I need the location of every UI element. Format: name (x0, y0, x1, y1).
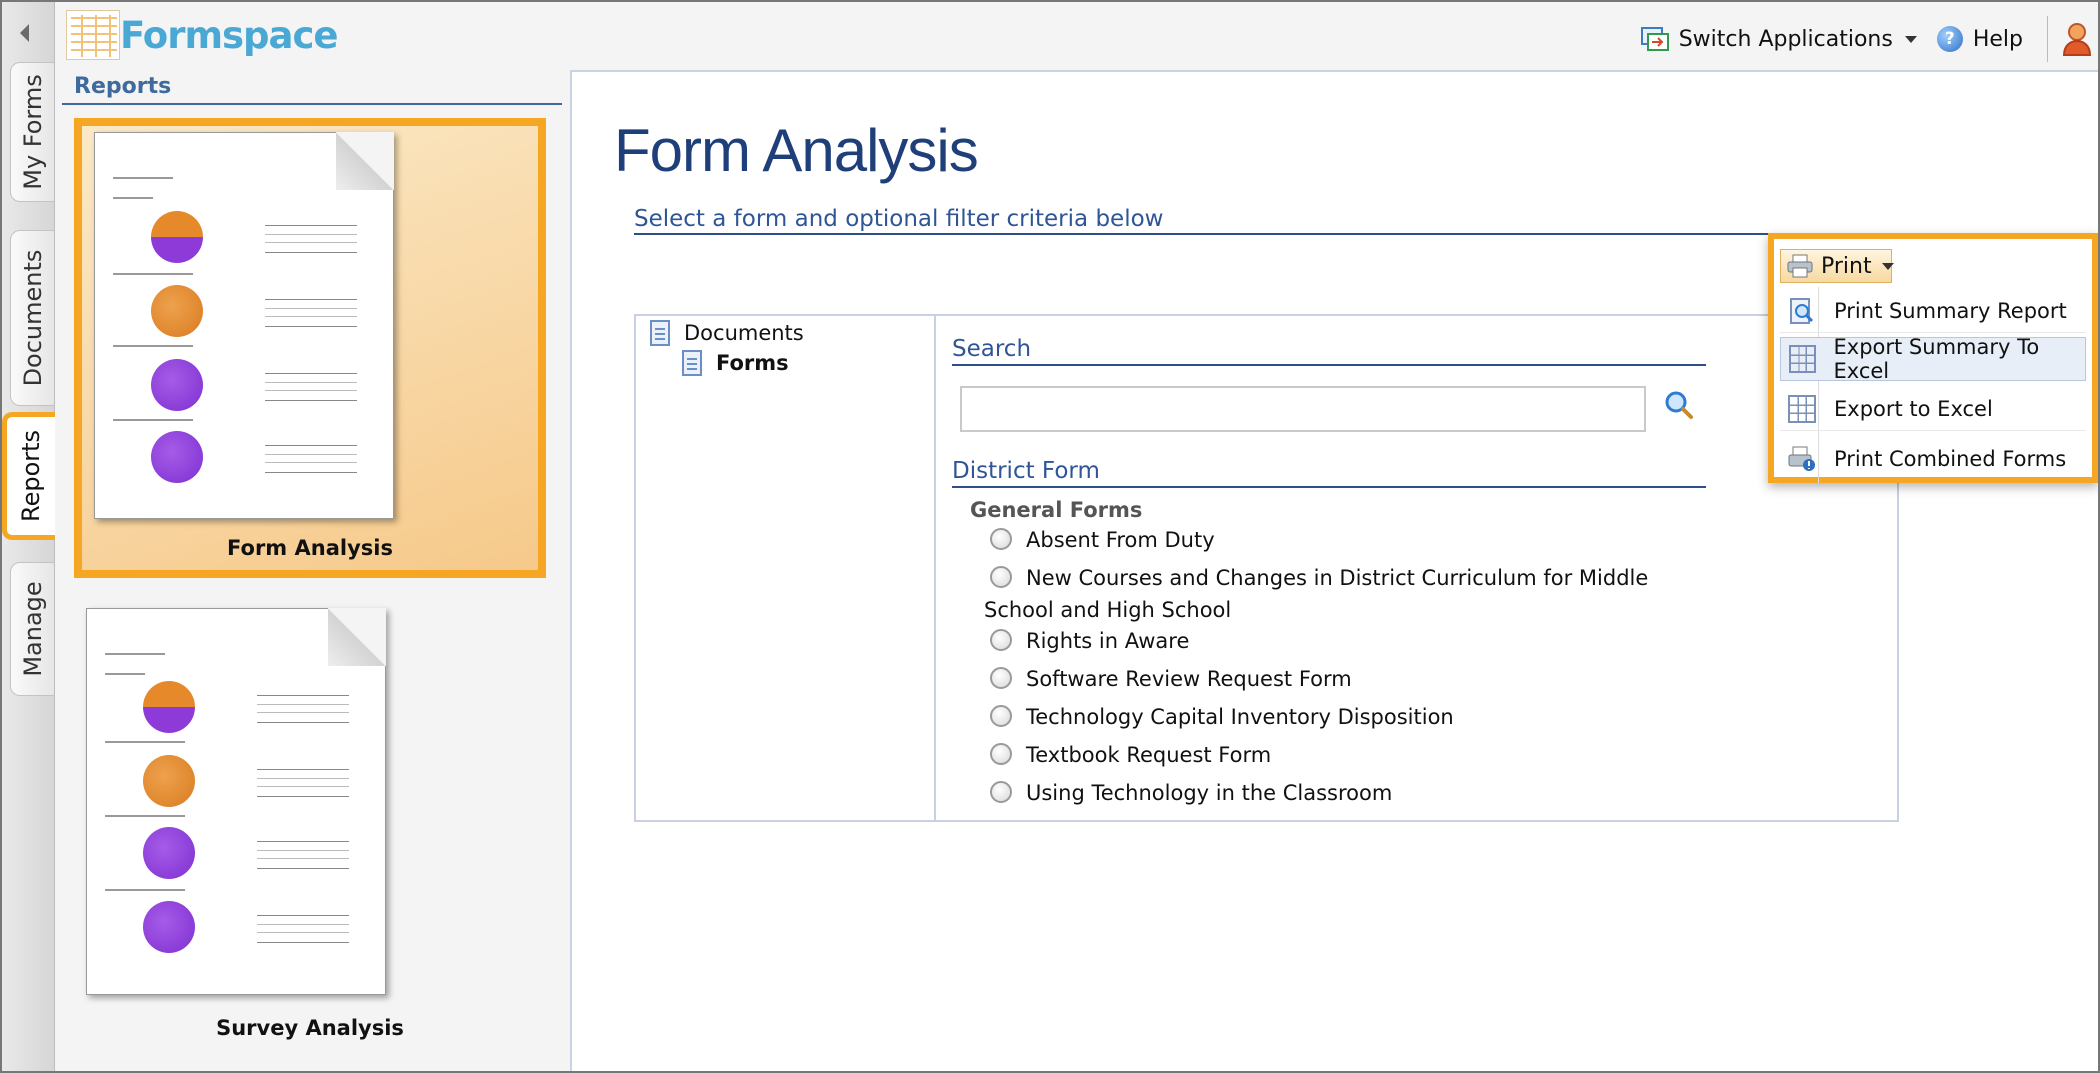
tab-manage[interactable]: Manage (10, 562, 54, 696)
grid-icon (1789, 345, 1816, 373)
vertical-tab-bar: My Forms Documents Reports Manage (2, 2, 55, 1071)
toolbar-divider (2047, 16, 2048, 62)
tab-reports[interactable]: Reports (2, 412, 55, 540)
form-option[interactable]: Textbook Request Form (990, 743, 1271, 767)
radio-button[interactable] (990, 629, 1012, 651)
printer-icon (1787, 254, 1813, 278)
app-logo[interactable]: Formspace (66, 10, 338, 60)
radio-button[interactable] (990, 566, 1012, 588)
report-card-survey-analysis[interactable]: Survey Analysis (74, 602, 546, 1062)
switch-apps-icon (1640, 25, 1669, 53)
user-icon[interactable] (2062, 22, 2092, 56)
form-option[interactable]: Using Technology in the Classroom (990, 781, 1392, 805)
form-option[interactable]: Technology Capital Inventory Disposition (990, 705, 1454, 729)
print-menu: Print Print Summary Report Export Summar… (1768, 233, 2098, 483)
tree-item-documents[interactable]: Documents (650, 320, 804, 346)
print-button[interactable]: Print (1780, 249, 1894, 283)
document-icon (682, 350, 702, 376)
menu-item-export-to-excel[interactable]: Export to Excel (1780, 387, 2086, 431)
form-option[interactable]: New Courses and Changes in District Curr… (990, 566, 1648, 590)
form-option[interactable]: Rights in Aware (990, 629, 1189, 653)
document-icon (650, 320, 670, 346)
menu-item-export-summary-to-excel[interactable]: Export Summary To Excel (1780, 335, 2086, 383)
tab-my-forms[interactable]: My Forms (10, 62, 54, 202)
page-subtitle: Select a form and optional filter criter… (634, 206, 1164, 232)
subtitle-divider (634, 233, 1896, 235)
print-combined-icon (1788, 445, 1816, 473)
help-link[interactable]: ? Help (1936, 26, 2023, 52)
search-input[interactable] (960, 386, 1646, 432)
tree-item-forms[interactable]: Forms (682, 350, 789, 376)
radio-button[interactable] (990, 743, 1012, 765)
app-window: My Forms Documents Reports Manage Formsp… (0, 0, 2100, 1073)
form-option[interactable]: Software Review Request Form (990, 667, 1352, 691)
radio-button[interactable] (990, 781, 1012, 803)
radio-button[interactable] (990, 528, 1012, 550)
search-icon[interactable] (1664, 390, 1694, 420)
district-divider (952, 486, 1706, 488)
search-section-title: Search (952, 336, 1032, 362)
radio-button[interactable] (990, 667, 1012, 689)
chevron-down-icon (1881, 262, 1894, 270)
radio-button[interactable] (990, 705, 1012, 727)
collapse-arrow-icon[interactable] (20, 24, 29, 42)
form-selection-panel: Documents Forms Search District Form Gen… (634, 314, 1899, 822)
group-label: General Forms (970, 498, 1143, 522)
form-option[interactable]: Absent From Duty (990, 528, 1215, 552)
grid-icon (1788, 394, 1816, 423)
report-label: Form Analysis (227, 536, 393, 560)
preview-icon (1788, 297, 1816, 325)
district-form-title: District Form (952, 458, 1100, 484)
top-toolbar: Switch Applications ? Help (1640, 2, 2098, 76)
report-card-form-analysis[interactable]: Form Analysis (74, 118, 546, 578)
search-divider (952, 364, 1706, 366)
app-name: Formspace (120, 13, 338, 57)
formspace-logo-icon (66, 10, 120, 60)
main-content: Form Analysis Select a form and optional… (570, 70, 2098, 1071)
page-title: Form Analysis (614, 117, 979, 184)
menu-item-print-summary-report[interactable]: Print Summary Report (1780, 289, 2086, 333)
menu-item-print-combined-forms[interactable]: Print Combined Forms (1780, 437, 2086, 481)
report-thumbnail (86, 608, 386, 995)
form-option-wrap: School and High School (984, 598, 1232, 622)
tab-documents[interactable]: Documents (10, 230, 54, 406)
reports-divider (62, 103, 562, 105)
chevron-down-icon (1904, 35, 1917, 43)
help-icon: ? (1936, 26, 1963, 52)
folder-tree: Documents Forms (636, 316, 936, 820)
report-label: Survey Analysis (216, 1016, 404, 1040)
report-thumbnail (94, 132, 394, 519)
reports-heading: Reports (74, 74, 172, 99)
switch-applications-button[interactable]: Switch Applications (1640, 25, 1917, 53)
